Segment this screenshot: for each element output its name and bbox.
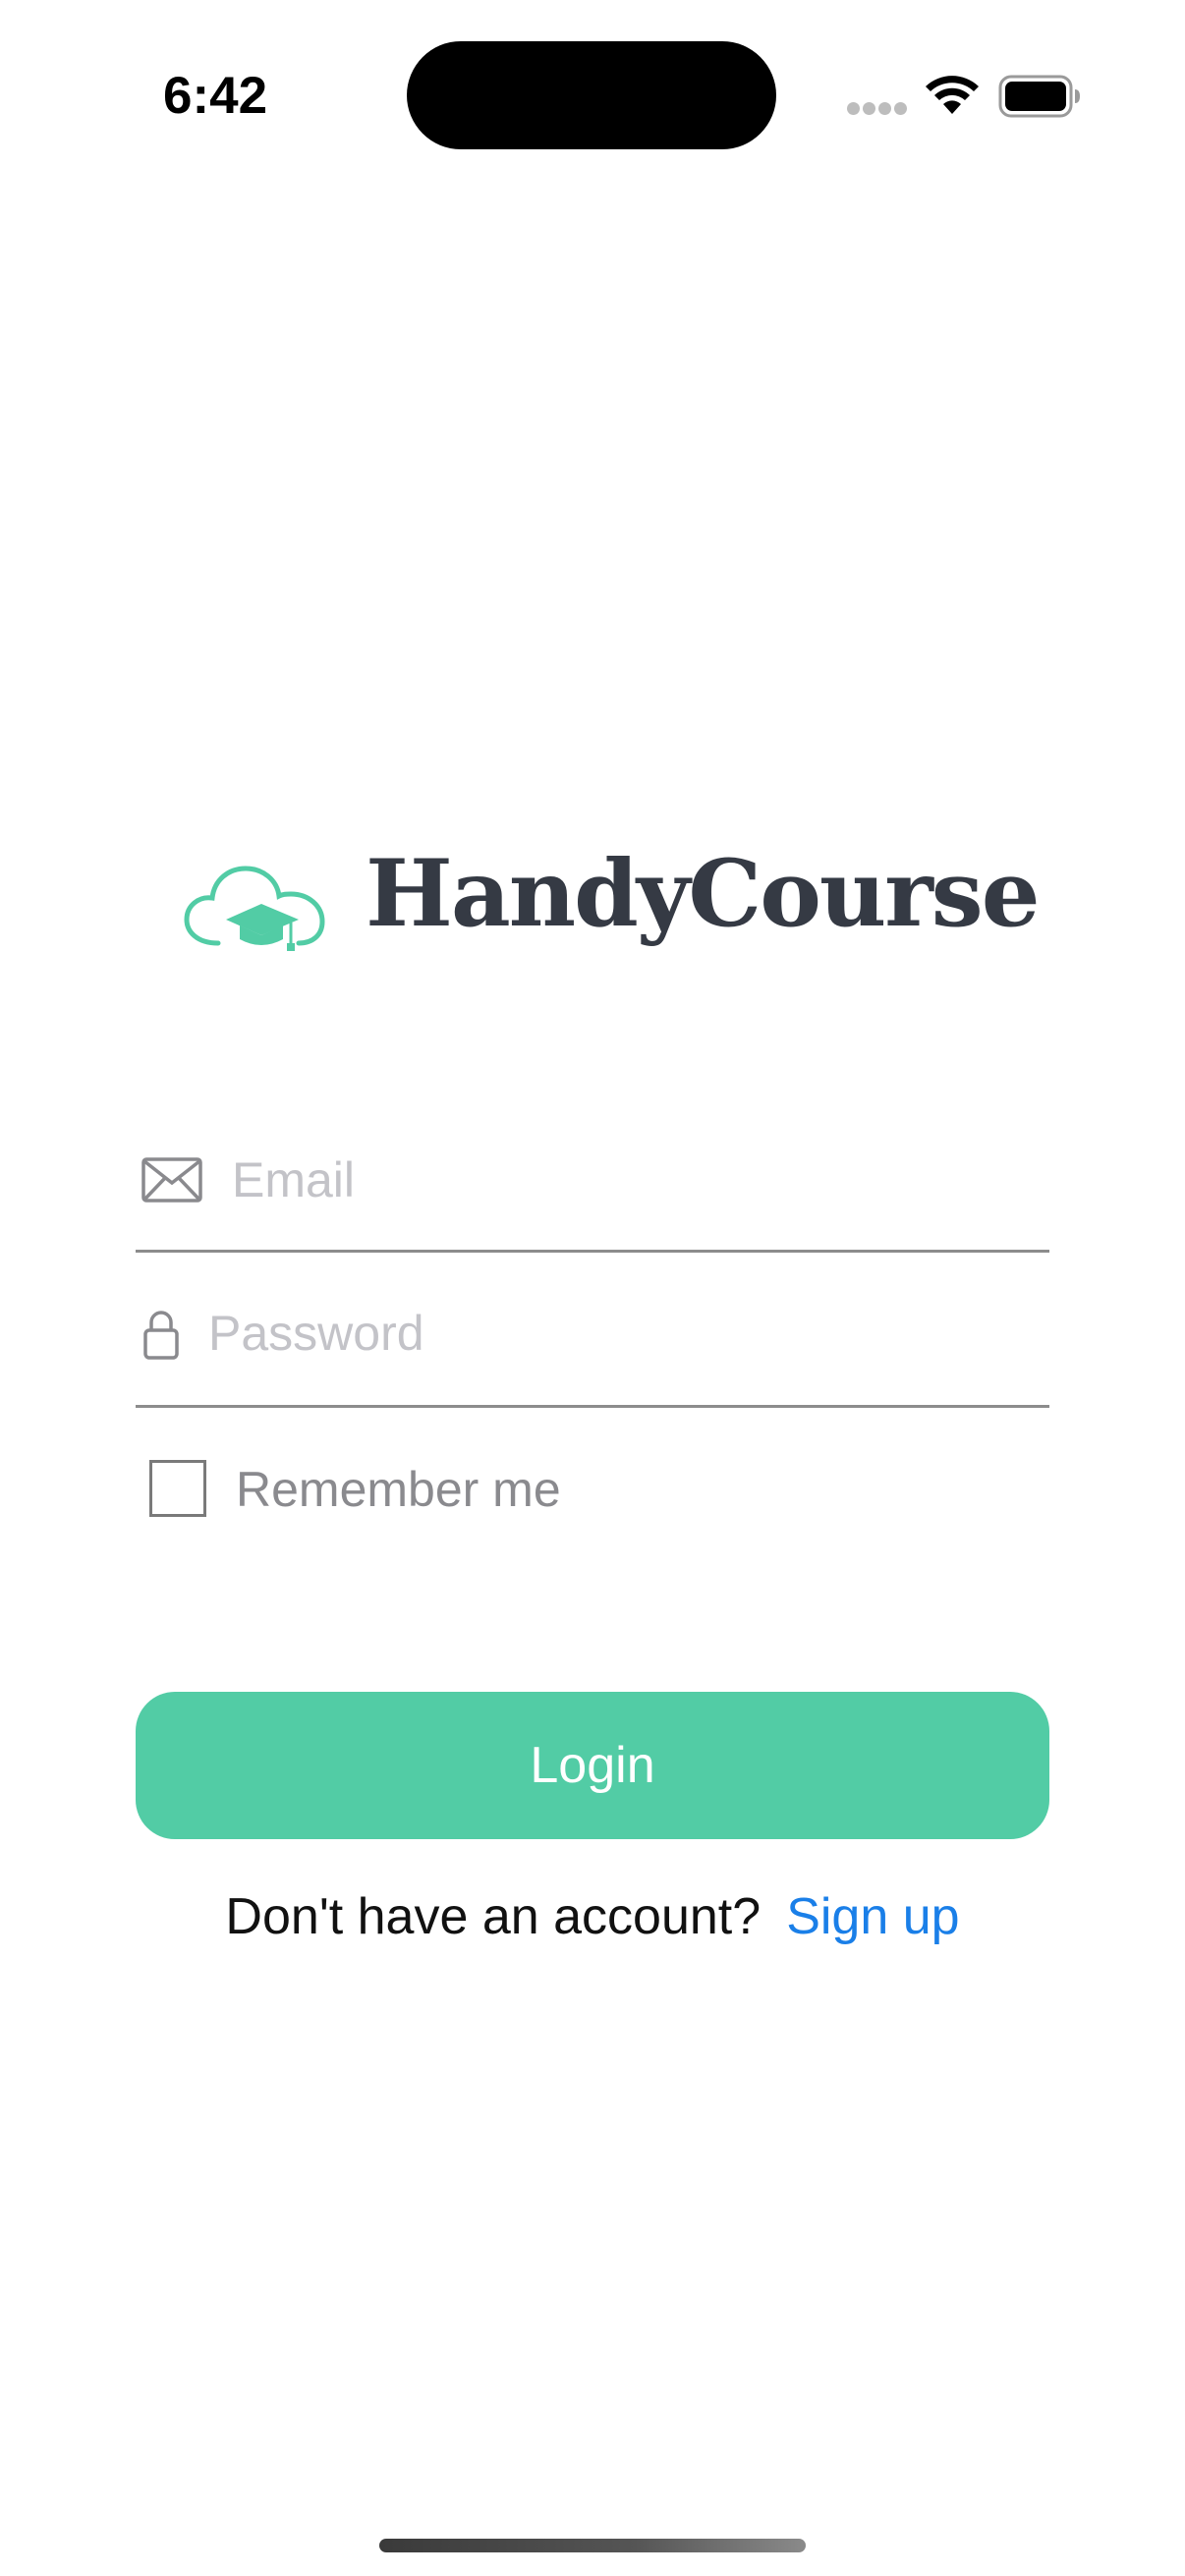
cellular-signal-icon [847,102,908,116]
lock-icon [143,1311,179,1360]
cloud-graduation-cap-icon [184,866,325,951]
password-field[interactable] [136,1283,1049,1408]
home-indicator[interactable] [379,2539,806,2552]
dynamic-island [407,41,776,149]
remember-me-checkbox[interactable] [149,1460,206,1517]
login-button[interactable]: Login [136,1692,1049,1839]
battery-icon [998,75,1080,118]
signup-link[interactable]: Sign up [786,1888,959,1945]
email-field[interactable] [136,1130,1049,1253]
signup-prompt: Don't have an account? [225,1888,762,1945]
signup-row: Don't have an account? Sign up [0,1884,1185,1949]
envelope-icon [141,1157,202,1203]
status-time: 6:42 [163,67,268,125]
wifi-icon [926,76,979,114]
email-input[interactable] [232,1146,1038,1214]
password-input[interactable] [208,1299,1034,1368]
remember-me-label[interactable]: Remember me [236,1460,561,1519]
app-name: HandyCourse [366,840,1041,948]
